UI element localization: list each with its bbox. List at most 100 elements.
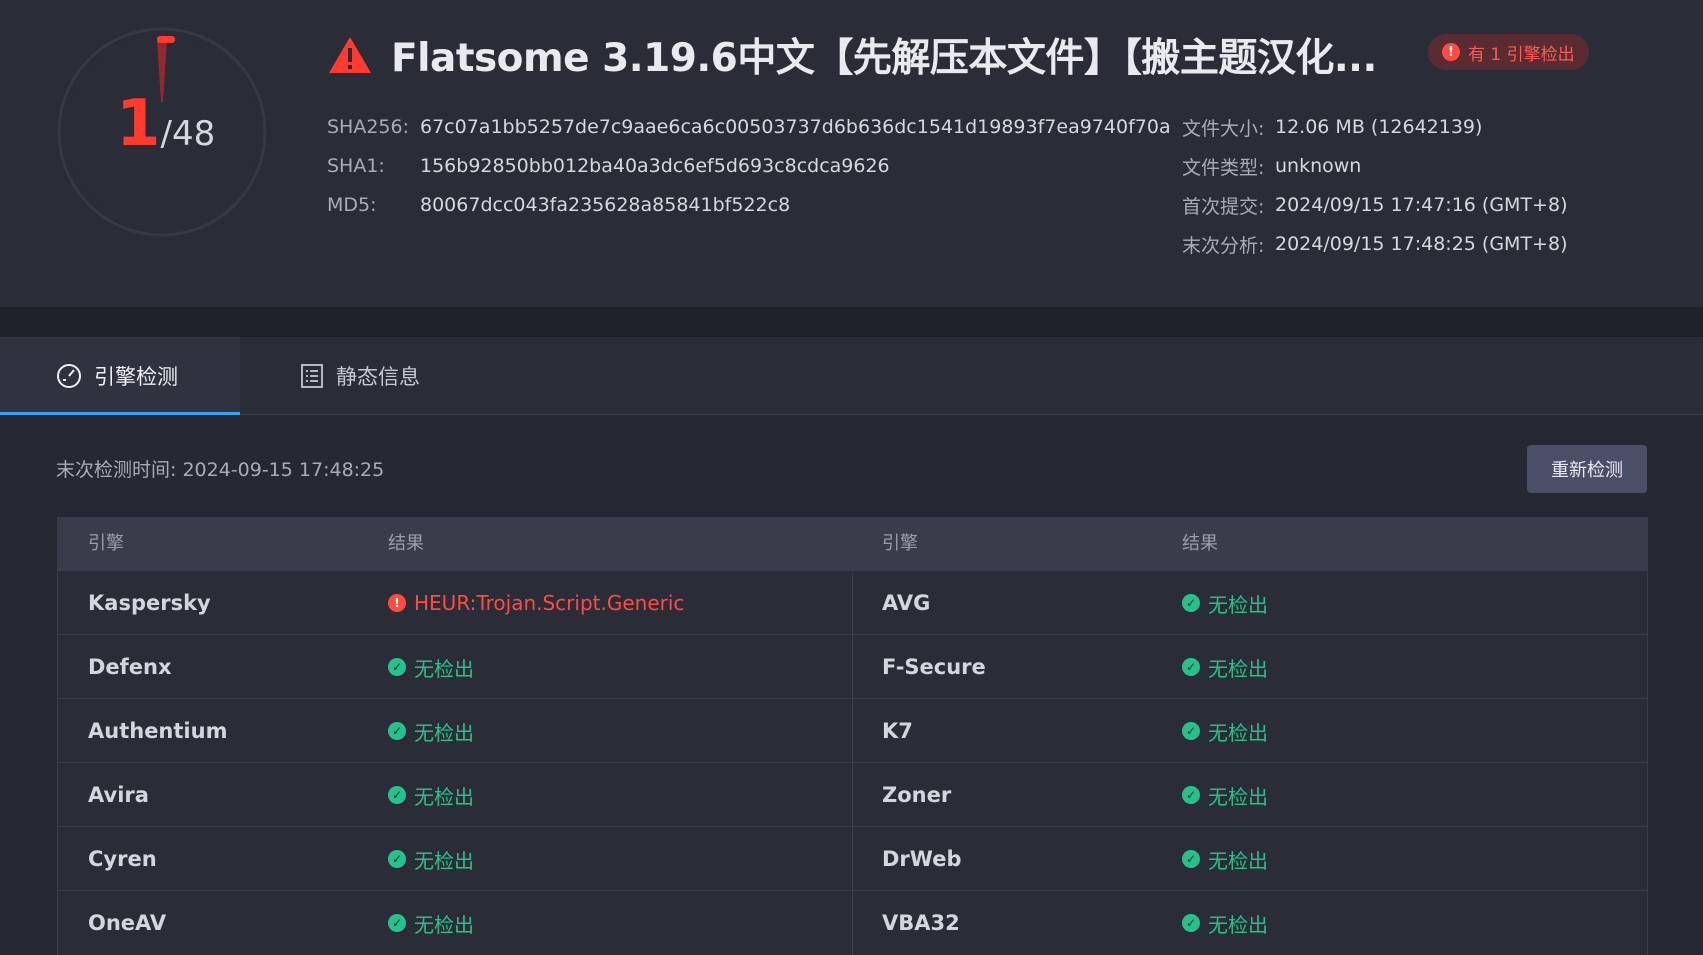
check-circle-icon: ✓ [1182,914,1200,932]
result-clean: ✓ 无检出 [388,763,474,827]
result-text: 无检出 [414,912,474,937]
column-header-engine: 引擎 [88,533,124,554]
column-header-engine: 引擎 [882,533,918,554]
result-text: 无检出 [414,848,474,873]
engine-name: K7 [882,719,913,743]
meta-label: 文件大小: [1182,117,1265,140]
result-clean: ✓ 无检出 [1182,699,1268,763]
result-clean: ✓ 无检出 [1182,635,1268,699]
table-row: Authentium ✓ 无检出 K7 ✓ 无检出 [58,698,1647,763]
result-clean: ✓ 无检出 [388,827,474,891]
table-header: 引擎 结果 引擎 结果 [58,518,1647,570]
check-circle-icon: ✓ [1182,786,1200,804]
column-header-result: 结果 [1182,533,1218,554]
recheck-button[interactable]: 重新检测 [1527,445,1647,493]
hash-label: SHA1: [327,155,385,177]
engine-name: Kaspersky [88,591,211,615]
engine-name: Authentium [88,719,228,743]
hash-value[interactable]: 67c07a1bb5257de7c9aae6ca6c00503737d6b636… [420,116,1171,138]
tab-engine-detection[interactable]: 引擎检测 [0,337,240,415]
result-clean: ✓ 无检出 [388,635,474,699]
result-text: 无检出 [1208,912,1268,937]
meta-value: 2024/09/15 17:47:16 (GMT+8) [1275,194,1568,216]
meta-value: 2024/09/15 17:48:25 (GMT+8) [1275,233,1568,255]
meta-value: unknown [1275,155,1362,177]
warning-triangle-icon [329,37,371,73]
hash-value[interactable]: 80067dcc043fa235628a85841bf522c8 [420,194,790,216]
check-circle-icon: ✓ [1182,850,1200,868]
detection-badge-label: 有 1 引擎检出 [1468,44,1575,65]
result-text: HEUR:Trojan.Script.Generic [414,591,685,615]
tab-label: 引擎检测 [94,364,178,389]
detection-badge: ! 有 1 引擎检出 [1428,34,1589,70]
result-text: 无检出 [1208,592,1268,617]
gauge-icon [57,363,81,388]
table-row: OneAV ✓ 无检出 VBA32 ✓ 无检出 [58,890,1647,955]
result-clean: ✓ 无检出 [1182,571,1268,635]
hash-value[interactable]: 156b92850bb012ba40a3dc6ef5d693c8cdca9626 [420,155,890,177]
table-row: Avira ✓ 无检出 Zoner ✓ 无检出 [58,762,1647,827]
result-text: 无检出 [414,784,474,809]
engine-name: Cyren [88,847,157,871]
check-circle-icon: ✓ [388,658,406,676]
engine-name: OneAV [88,911,167,935]
result-clean: ✓ 无检出 [1182,827,1268,891]
engine-name: F-Secure [882,655,986,679]
engine-total: /48 [160,114,216,154]
result-clean: ✓ 无检出 [388,891,474,955]
engine-name: Defenx [88,655,172,679]
meta-last-analyzed: 末次分析: 2024/09/15 17:48:25 (GMT+8) [1182,229,1567,259]
hash-md5: MD5: 80067dcc043fa235628a85841bf522c8 [327,190,790,220]
meta-file-size: 文件大小: 12.06 MB (12642139) [1182,112,1482,142]
check-circle-icon: ✓ [1182,722,1200,740]
column-header-result: 结果 [388,533,424,554]
meta-file-type: 文件类型: unknown [1182,151,1361,181]
check-circle-icon: ✓ [388,914,406,932]
document-list-icon [301,363,323,388]
result-clean: ✓ 无检出 [1182,891,1268,955]
result-detected[interactable]: ! HEUR:Trojan.Script.Generic [388,571,684,635]
tab-static-info[interactable]: 静态信息 [300,337,480,414]
engine-name: Avira [88,783,149,807]
engine-name: AVG [882,591,931,615]
file-title: Flatsome 3.19.6中文【先解压本文件】【搬主题汉化... [391,36,1377,81]
result-text: 无检出 [1208,656,1268,681]
check-circle-icon: ✓ [388,850,406,868]
engine-name: VBA32 [882,911,960,935]
hash-sha256: SHA256: 67c07a1bb5257de7c9aae6ca6c005037… [327,112,1171,142]
result-clean: ✓ 无检出 [1182,763,1268,827]
check-circle-icon: ✓ [388,786,406,804]
meta-label: 末次分析: [1182,234,1265,257]
tab-label: 静态信息 [336,364,420,389]
tab-bar: 引擎检测 静态信息 [0,337,1703,415]
file-summary-header: 1/48 Flatsome 3.19.6中文【先解压本文件】【搬主题汉化... … [0,0,1703,307]
last-check-time: 末次检测时间: 2024-09-15 17:48:25 [56,459,385,481]
alert-icon: ! [388,594,406,612]
meta-label: 首次提交: [1182,195,1265,218]
engine-name: DrWeb [882,847,962,871]
table-row: Kaspersky ! HEUR:Trojan.Script.Generic A… [58,570,1647,635]
table-row: Cyren ✓ 无检出 DrWeb ✓ 无检出 [58,826,1647,891]
result-text: 无检出 [1208,784,1268,809]
meta-label: 文件类型: [1182,156,1265,179]
hash-label: SHA256: [327,116,410,138]
check-circle-icon: ✓ [388,722,406,740]
meta-value: 12.06 MB (12642139) [1275,116,1483,138]
check-circle-icon: ✓ [1182,594,1200,612]
file-title-row: Flatsome 3.19.6中文【先解压本文件】【搬主题汉化... [327,30,1377,81]
gauge-marker [157,36,175,43]
alert-icon: ! [1442,43,1460,61]
result-text: 无检出 [414,720,474,745]
hash-label: MD5: [327,194,377,216]
table-row: Defenx ✓ 无检出 F-Secure ✓ 无检出 [58,634,1647,699]
check-circle-icon: ✓ [1182,658,1200,676]
engine-name: Zoner [882,783,952,807]
section-divider [0,307,1703,337]
result-text: 无检出 [1208,848,1268,873]
result-text: 无检出 [1208,720,1268,745]
detection-score: 1/48 [116,92,236,172]
meta-first-submitted: 首次提交: 2024/09/15 17:47:16 (GMT+8) [1182,190,1567,220]
detection-count: 1 [116,87,161,161]
result-clean: ✓ 无检出 [388,699,474,763]
engine-results-table: 引擎 结果 引擎 结果 Kaspersky ! HEUR:Trojan.Scri… [57,517,1648,955]
